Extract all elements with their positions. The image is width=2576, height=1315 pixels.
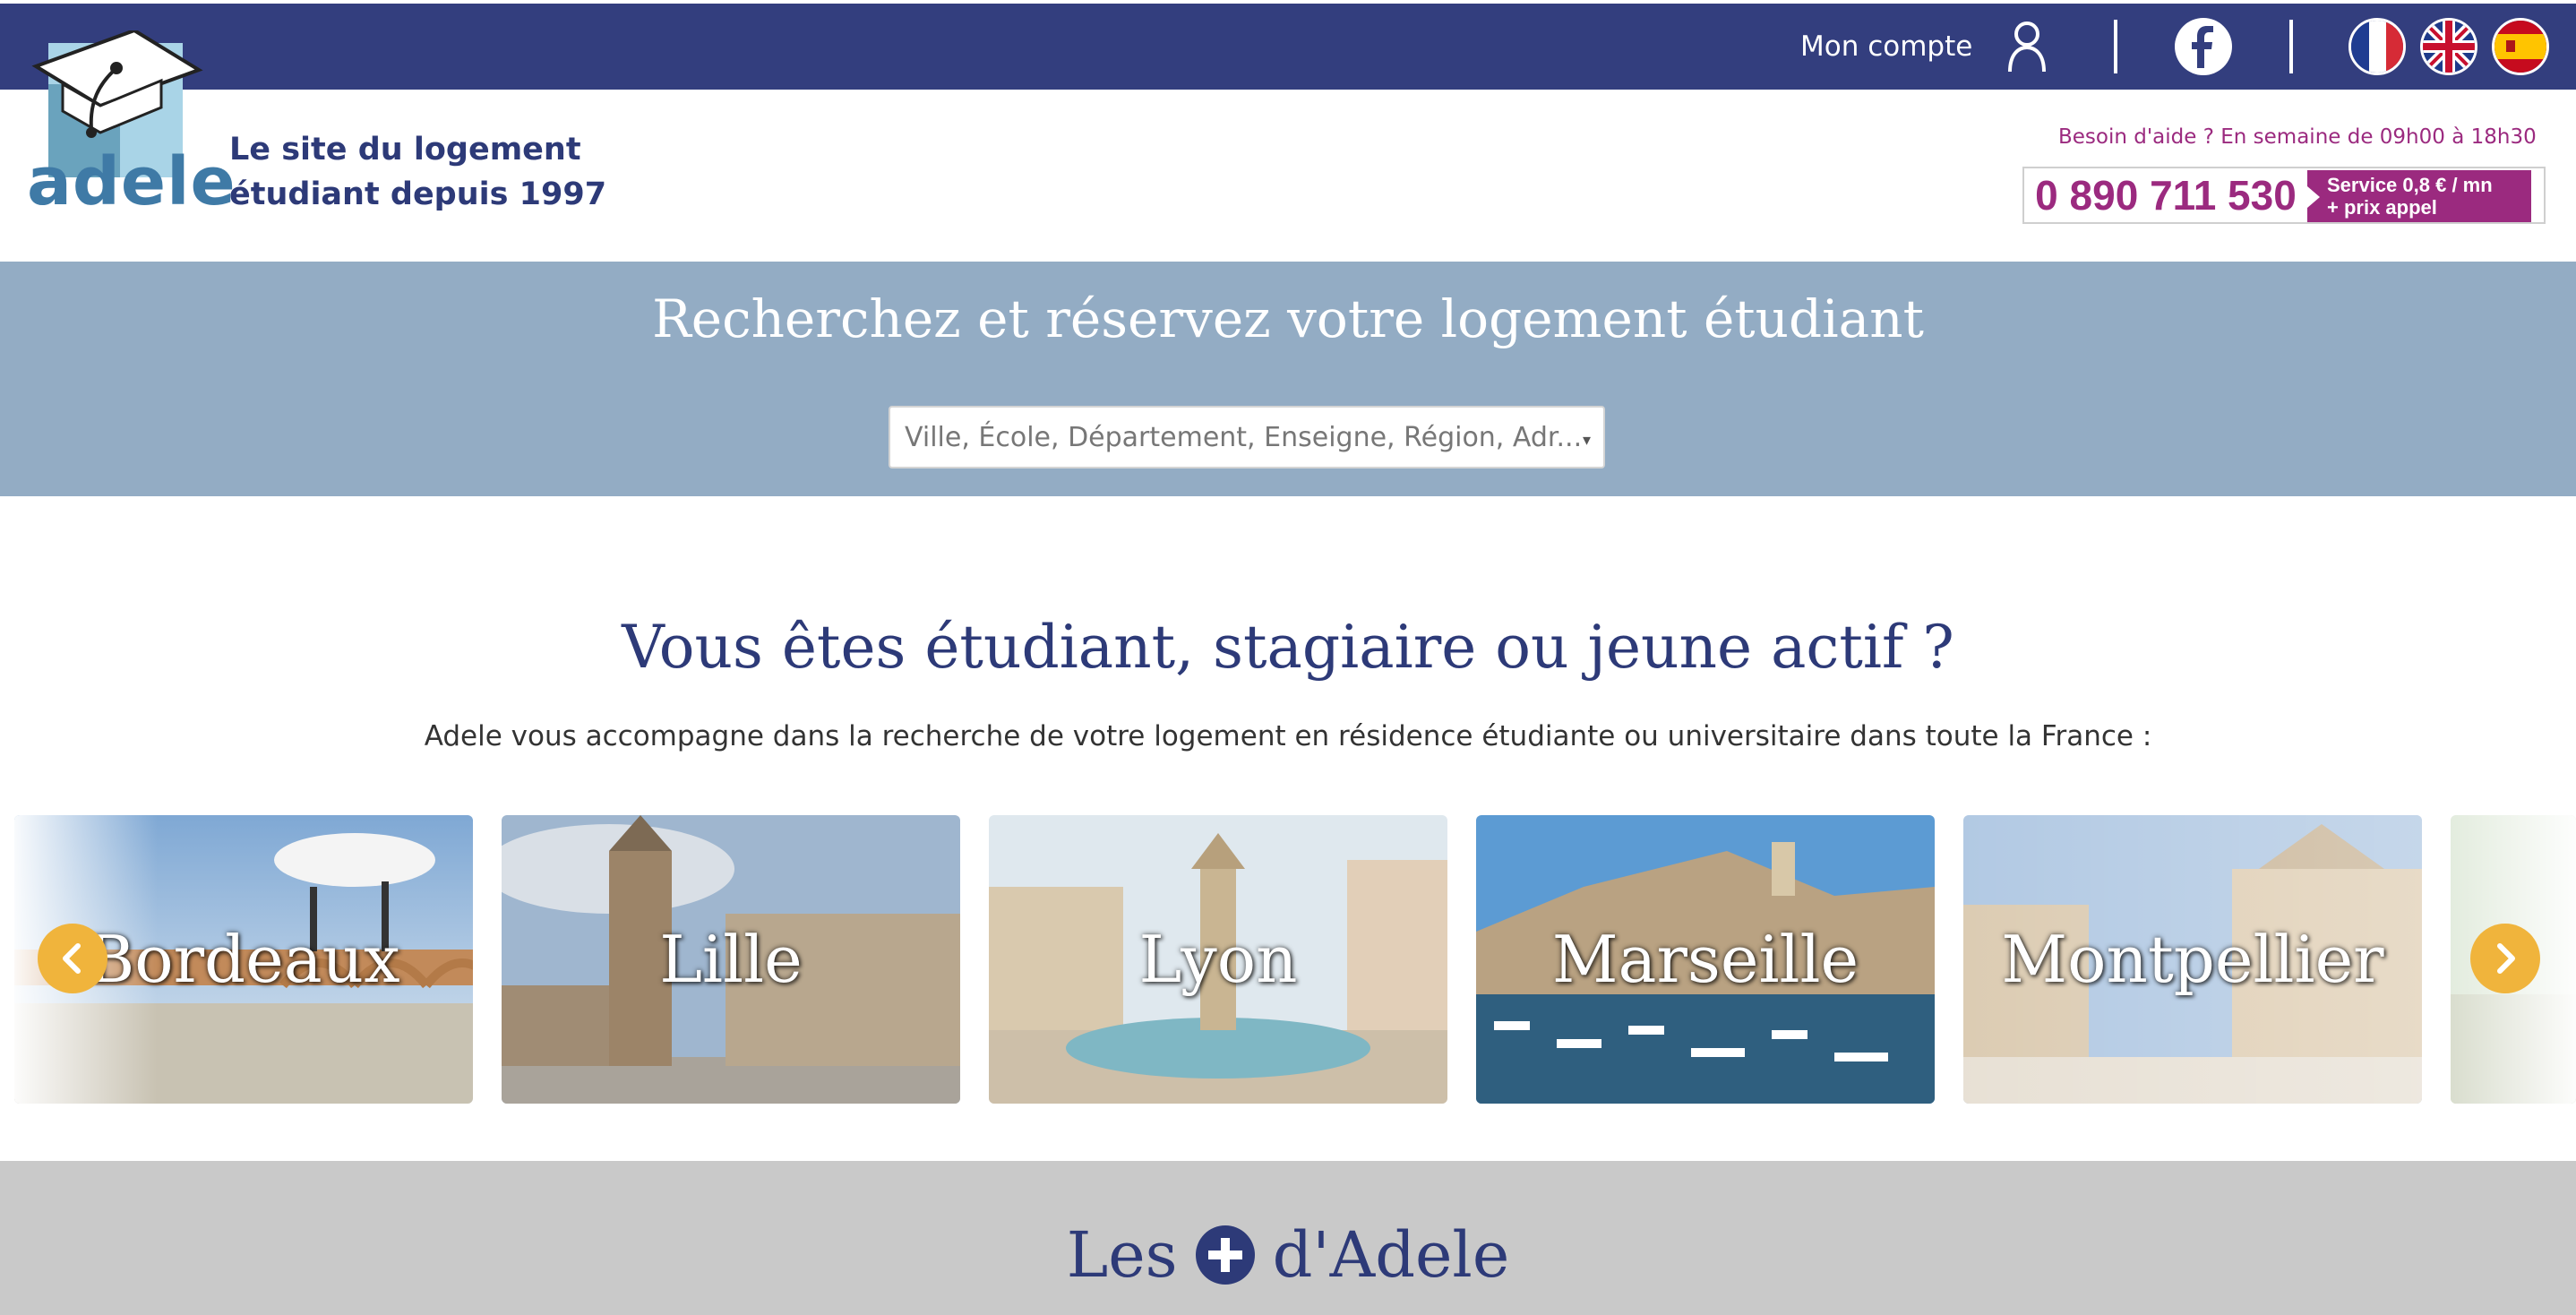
city-label: Lyon [1138,922,1298,997]
chevron-left-icon [63,943,81,974]
carousel-next-button[interactable] [2470,924,2540,993]
facebook-icon [2192,26,2213,68]
logo-text: adele [27,143,236,220]
plus-title: Les d'Adele [0,1218,2576,1292]
account-label: Mon compte [1800,30,1973,63]
plus-circle-icon [1195,1225,1255,1285]
chevron-right-icon [2497,943,2515,974]
flag-fr-button[interactable] [2348,18,2406,75]
city-card-lyon[interactable]: Lyon [989,815,1447,1104]
help-hours: Besoin d'aide ? En semaine de 09h00 à 18… [2058,125,2537,149]
user-icon [2008,21,2047,73]
intro-title: Vous êtes étudiant, stagiaire ou jeune a… [622,613,1954,682]
flag-fr-icon [2351,21,2403,73]
search-title: Recherchez et réservez votre logement ét… [652,288,1924,349]
city-label: Montpellier [2001,922,2384,997]
search-placeholder: Ville, École, Département, Enseigne, Rég… [905,421,1583,453]
city-label: Lille [659,922,803,997]
phone-rate-tag: Service 0,8 € / mn + prix appel [2307,170,2531,222]
carousel-prev-button[interactable] [38,924,107,993]
intro-text: Adele vous accompagne dans la recherche … [424,720,2152,752]
search-select[interactable]: Ville, École, Département, Enseigne, Rég… [889,406,1605,468]
site-tagline: Le site du logement étudiant depuis 1997 [229,127,606,217]
phone-number[interactable]: 0 890 711 530 [2024,168,2307,222]
flag-es-button[interactable] [2492,18,2549,75]
top-divider [2114,20,2117,73]
facebook-button[interactable] [2175,18,2232,75]
plus-title-prefix: Les [1066,1218,1178,1292]
phone-contact[interactable]: 0 890 711 530 Service 0,8 € / mn + prix … [2022,167,2546,224]
phone-rate-line: + prix appel [2327,196,2437,219]
city-card-lille[interactable]: Lille [502,815,960,1104]
city-card-marseille[interactable]: Marseille [1476,815,1935,1104]
phone-rate-line: Service 0,8 € / mn [2327,174,2493,196]
city-card-montpellier[interactable]: Montpellier [1963,815,2422,1104]
plus-title-suffix: d'Adele [1272,1218,1510,1292]
city-label: Marseille [1551,922,1859,997]
flag-uk-icon [2423,21,2475,73]
tagline-line: Le site du logement [229,132,581,168]
city-carousel: Bordeaux Lille Lyon Marseille Montpellie… [0,815,2576,1104]
flag-uk-button[interactable] [2420,18,2477,75]
account-link[interactable]: Mon compte [1800,4,2048,90]
dropdown-caret-icon: ▾ [1582,431,1591,450]
top-divider [2289,20,2293,73]
flag-es-icon [2494,21,2546,73]
tagline-line: étudiant depuis 1997 [229,176,607,212]
